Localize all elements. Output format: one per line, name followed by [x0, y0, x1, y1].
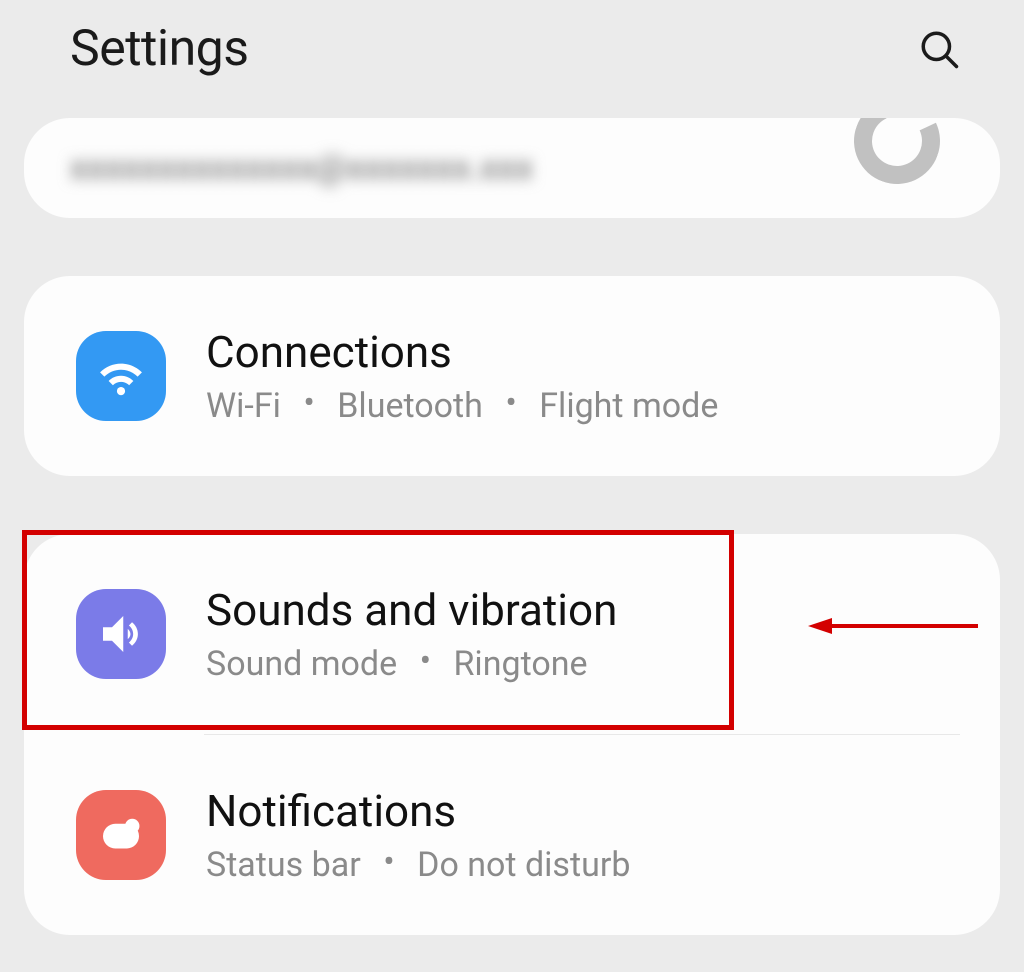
- connections-title: Connections: [206, 326, 954, 378]
- search-button[interactable]: [914, 24, 964, 74]
- sound-notif-card: Sounds and vibration Sound mode • Ringto…: [24, 534, 1000, 935]
- connections-card: Connections Wi-Fi • Bluetooth • Flight m…: [24, 276, 1000, 476]
- sounds-row[interactable]: Sounds and vibration Sound mode • Ringto…: [24, 534, 1000, 734]
- notifications-title: Notifications: [206, 785, 954, 837]
- notifications-row[interactable]: Notifications Status bar • Do not distur…: [24, 735, 1000, 935]
- account-email: xxxxxxxxxxxxxx@xxxxxxx.xxx: [70, 148, 533, 188]
- notification-icon: [76, 790, 166, 880]
- sounds-title: Sounds and vibration: [206, 584, 954, 636]
- sounds-text: Sounds and vibration Sound mode • Ringto…: [206, 584, 954, 684]
- connections-subtitle: Wi-Fi • Bluetooth • Flight mode: [206, 386, 954, 426]
- speaker-icon: [76, 589, 166, 679]
- notifications-text: Notifications Status bar • Do not distur…: [206, 785, 954, 885]
- search-icon: [918, 28, 960, 70]
- notifications-subtitle: Status bar • Do not disturb: [206, 845, 954, 885]
- account-card[interactable]: xxxxxxxxxxxxxx@xxxxxxx.xxx: [24, 118, 1000, 218]
- loading-spinner-icon: [842, 118, 952, 196]
- header: Settings: [0, 0, 1024, 118]
- connections-text: Connections Wi-Fi • Bluetooth • Flight m…: [206, 326, 954, 426]
- wifi-icon: [76, 331, 166, 421]
- sounds-subtitle: Sound mode • Ringtone: [206, 644, 954, 684]
- connections-row[interactable]: Connections Wi-Fi • Bluetooth • Flight m…: [24, 276, 1000, 476]
- page-title: Settings: [70, 20, 249, 78]
